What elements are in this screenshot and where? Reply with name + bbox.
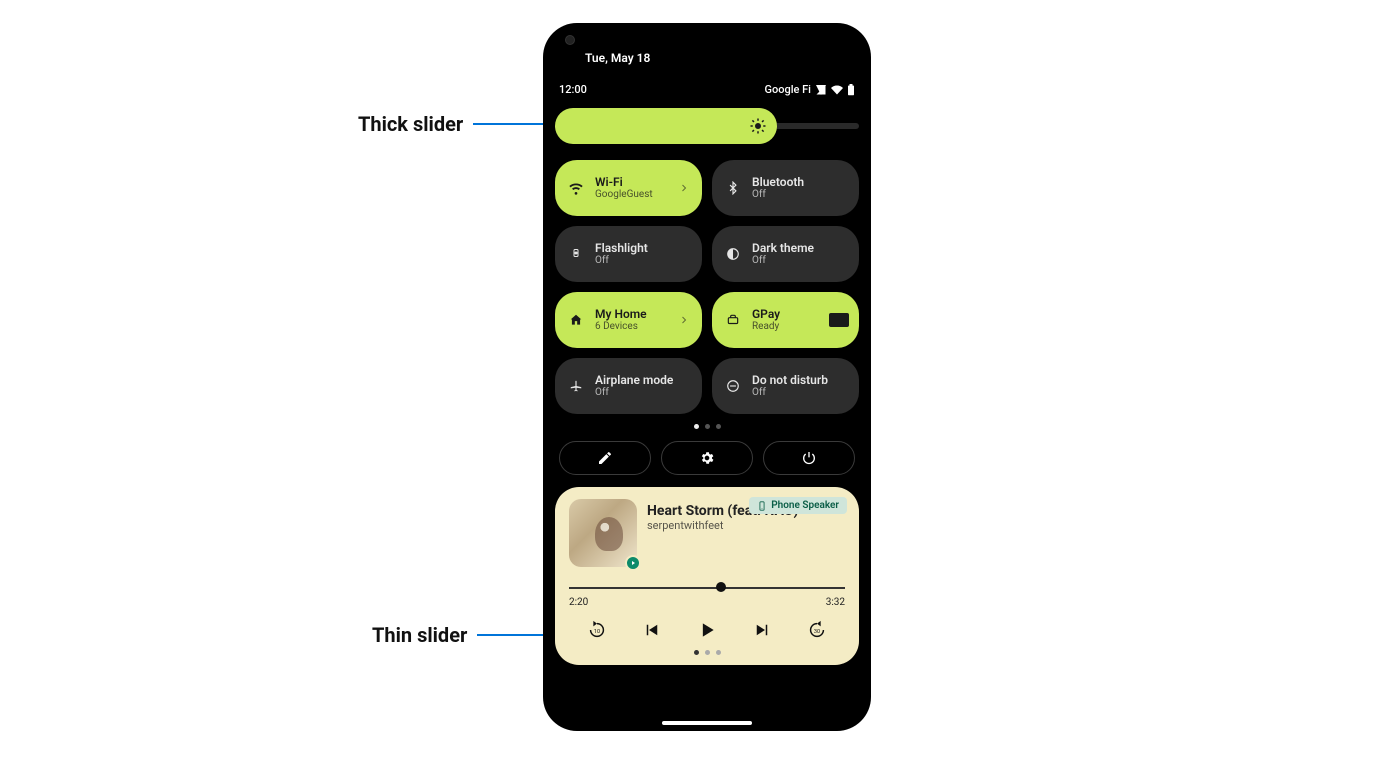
play-button[interactable] — [693, 616, 721, 644]
status-date: Tue, May 18 — [585, 51, 859, 65]
tile-subtitle: Off — [752, 189, 847, 201]
status-right: Google Fi — [764, 83, 855, 96]
battery-icon — [847, 84, 855, 96]
brightness-fill — [555, 108, 777, 144]
tile-title: My Home — [595, 307, 668, 321]
bluetooth-icon — [724, 179, 742, 197]
wifi-icon — [567, 179, 585, 197]
svg-text:10: 10 — [594, 629, 600, 635]
page-indicator — [555, 424, 859, 429]
tile-subtitle: Off — [595, 255, 690, 267]
media-card: Phone Speaker Heart Storm (feat. NAO) se… — [555, 487, 859, 665]
annotation-label: Thin slider — [372, 623, 467, 647]
tile-flash[interactable]: FlashlightOff — [555, 226, 702, 282]
chevron-right-icon — [678, 182, 690, 194]
annotation-thick-slider: Thick slider — [358, 112, 568, 136]
svg-text:30: 30 — [814, 629, 820, 635]
airplane-icon — [567, 377, 585, 395]
brightness-icon — [749, 117, 767, 135]
brightness-slider[interactable] — [555, 108, 859, 144]
dnd-icon — [724, 377, 742, 395]
progress-knob — [716, 582, 726, 592]
next-button[interactable] — [748, 616, 776, 644]
tile-subtitle: GoogleGuest — [595, 189, 668, 201]
tile-title: Bluetooth — [752, 175, 847, 189]
tile-title: Dark theme — [752, 241, 847, 255]
tile-title: Flashlight — [595, 241, 690, 255]
phone-frame: Tue, May 18 12:00 Google Fi — [543, 23, 871, 731]
tile-subtitle: Off — [752, 387, 847, 399]
album-art[interactable] — [569, 499, 637, 567]
flash-icon — [567, 245, 585, 263]
replay-button[interactable]: 10 — [583, 616, 611, 644]
tile-wifi[interactable]: Wi-FiGoogleGuest — [555, 160, 702, 216]
tile-subtitle: Off — [752, 255, 847, 267]
tile-dnd[interactable]: Do not disturbOff — [712, 358, 859, 414]
dark-icon — [724, 245, 742, 263]
tile-title: Wi-Fi — [595, 175, 668, 189]
tile-home[interactable]: My Home6 Devices — [555, 292, 702, 348]
card-icon — [829, 313, 849, 327]
quick-settings-grid: Wi-FiGoogleGuestBluetoothOffFlashlightOf… — [555, 160, 859, 414]
status-bar: 12:00 Google Fi — [555, 83, 859, 96]
previous-button[interactable] — [638, 616, 666, 644]
gesture-nav-pill[interactable] — [662, 721, 752, 725]
qs-footer-buttons — [555, 441, 859, 475]
tile-dark[interactable]: Dark themeOff — [712, 226, 859, 282]
settings-button[interactable] — [661, 441, 753, 475]
progress-track — [569, 587, 845, 589]
camera-cutout — [565, 35, 575, 45]
wifi-status-icon — [831, 84, 843, 96]
media-controls: 10 30 — [569, 616, 845, 644]
tile-subtitle: Off — [595, 387, 690, 399]
tile-airplane[interactable]: Airplane modeOff — [555, 358, 702, 414]
tile-subtitle: 6 Devices — [595, 321, 668, 333]
status-time: 12:00 — [559, 83, 587, 96]
forward-button[interactable]: 30 — [803, 616, 831, 644]
chevron-right-icon — [678, 314, 690, 326]
output-label: Phone Speaker — [771, 500, 839, 511]
total-time: 3:32 — [826, 597, 845, 608]
tile-bluetooth[interactable]: BluetoothOff — [712, 160, 859, 216]
tile-gpay[interactable]: GPayReady — [712, 292, 859, 348]
signal-icon — [815, 84, 827, 96]
gpay-icon — [724, 311, 742, 329]
tile-title: Airplane mode — [595, 373, 690, 387]
progress-times: 2:20 3:32 — [569, 597, 845, 608]
media-page-indicator — [569, 650, 845, 655]
app-badge-icon — [625, 555, 641, 571]
annotation-label: Thick slider — [358, 112, 463, 136]
media-progress-slider[interactable] — [569, 581, 845, 595]
output-chip[interactable]: Phone Speaker — [749, 497, 847, 514]
carrier-label: Google Fi — [764, 83, 811, 96]
home-icon — [567, 311, 585, 329]
power-button[interactable] — [763, 441, 855, 475]
track-artist: serpentwithfeet — [647, 519, 845, 532]
tile-title: Do not disturb — [752, 373, 847, 387]
edit-button[interactable] — [559, 441, 651, 475]
elapsed-time: 2:20 — [569, 597, 588, 608]
